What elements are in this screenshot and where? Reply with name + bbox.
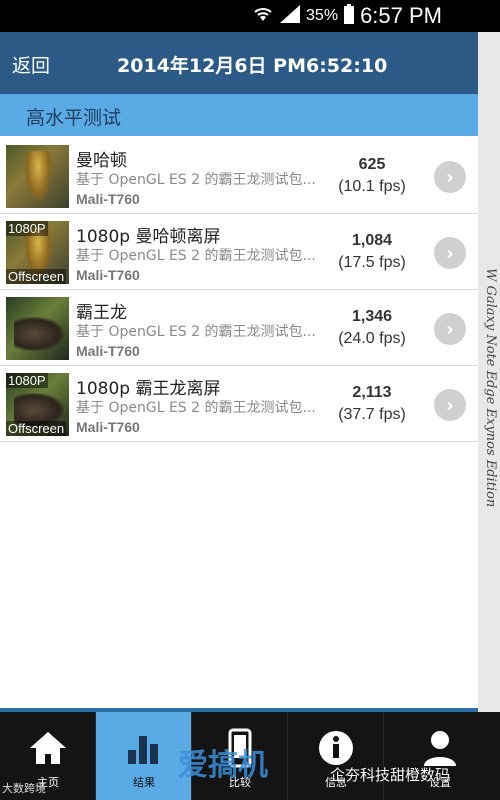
score-value: 1,084	[351, 232, 393, 249]
test-description: 基于 OpenGL ES 2 的霸王龙测试包...	[76, 248, 316, 264]
tab-settings[interactable]: 设置	[384, 712, 500, 800]
chevron-right-icon[interactable]: ›	[434, 389, 466, 421]
status-indicators: 35% 6:57 PM	[252, 0, 442, 32]
score-value: 1,346	[351, 308, 393, 325]
dinosaur-image	[14, 317, 64, 351]
gpu-name: Mali-T760	[76, 343, 140, 359]
robot-figure-image	[24, 151, 52, 203]
info-icon	[316, 728, 356, 768]
thumbnail-image: 1080P Offscreen	[6, 373, 69, 436]
title-bar: 返回 2014年12月6日 PM6:52:10	[0, 32, 478, 94]
watermark-right: 企夯科技甜橙数码	[330, 766, 451, 784]
thumbnail-offscreen-tag: Offscreen	[6, 421, 67, 436]
test-description: 基于 OpenGL ES 2 的霸王龙测试包...	[76, 400, 316, 416]
list-item[interactable]: 曼哈顿 基于 OpenGL ES 2 的霸王龙测试包... Mali-T760 …	[0, 138, 478, 214]
thumbnail-resolution-tag: 1080P	[6, 373, 48, 388]
user-icon	[420, 728, 460, 768]
fps-value: (17.5 fps)	[338, 254, 406, 271]
page-title: 2014年12月6日 PM6:52:10	[117, 55, 388, 77]
bar-chart-icon	[124, 728, 164, 768]
chevron-right-icon[interactable]: ›	[434, 161, 466, 193]
results-list: 曼哈顿 基于 OpenGL ES 2 的霸王龙测试包... Mali-T760 …	[0, 138, 478, 442]
chevron-right-icon[interactable]: ›	[434, 313, 466, 345]
chevron-right-icon[interactable]: ›	[434, 237, 466, 269]
gpu-name: Mali-T760	[76, 191, 140, 207]
test-name: 霸王龙	[76, 303, 127, 323]
fps-value: (24.0 fps)	[338, 330, 406, 347]
list-item[interactable]: 1080P Offscreen 1080p 曼哈顿离屏 基于 OpenGL ES…	[0, 214, 478, 290]
back-button[interactable]: 返回	[12, 51, 50, 78]
thumbnail-image: 1080P Offscreen	[6, 221, 69, 284]
watermark-left: 大数跨境	[2, 782, 46, 795]
test-name: 1080p 曼哈顿离屏	[76, 227, 221, 247]
gpu-name: Mali-T760	[76, 267, 140, 283]
section-title: 高水平测试	[26, 107, 122, 129]
test-description: 基于 OpenGL ES 2 的霸王龙测试包...	[76, 324, 316, 340]
wifi-icon	[252, 5, 274, 27]
gpu-name: Mali-T760	[76, 419, 140, 435]
score-value: 2,113	[352, 384, 392, 401]
signal-icon	[280, 5, 301, 27]
fps-value: (10.1 fps)	[338, 178, 406, 195]
status-time: 6:57 PM	[360, 3, 442, 28]
test-name: 曼哈顿	[76, 151, 127, 171]
tab-info[interactable]: 信息	[288, 712, 384, 800]
list-item[interactable]: 霸王龙 基于 OpenGL ES 2 的霸王龙测试包... Mali-T760 …	[0, 290, 478, 366]
thumbnail-resolution-tag: 1080P	[6, 221, 48, 236]
list-item[interactable]: 1080P Offscreen 1080p 霸王龙离屏 基于 OpenGL ES…	[0, 366, 478, 442]
test-name: 1080p 霸王龙离屏	[76, 379, 221, 399]
status-bar: 35% 6:57 PM	[0, 0, 500, 32]
thumbnail-image	[6, 145, 69, 208]
watermark-logo: 爱搞机	[178, 748, 268, 783]
test-description: 基于 OpenGL ES 2 的霸王龙测试包...	[76, 172, 316, 188]
home-icon	[28, 728, 68, 768]
battery-icon	[344, 4, 355, 28]
thumbnail-image	[6, 297, 69, 360]
fps-value: (37.7 fps)	[338, 406, 406, 423]
thumbnail-offscreen-tag: Offscreen	[6, 269, 67, 284]
battery-percent: 35%	[306, 7, 339, 24]
score-value: 625	[358, 156, 386, 173]
device-watermark-text: W Galaxy Note Edge Exynos Edition	[483, 268, 498, 508]
section-header: 高水平测试	[0, 94, 478, 136]
